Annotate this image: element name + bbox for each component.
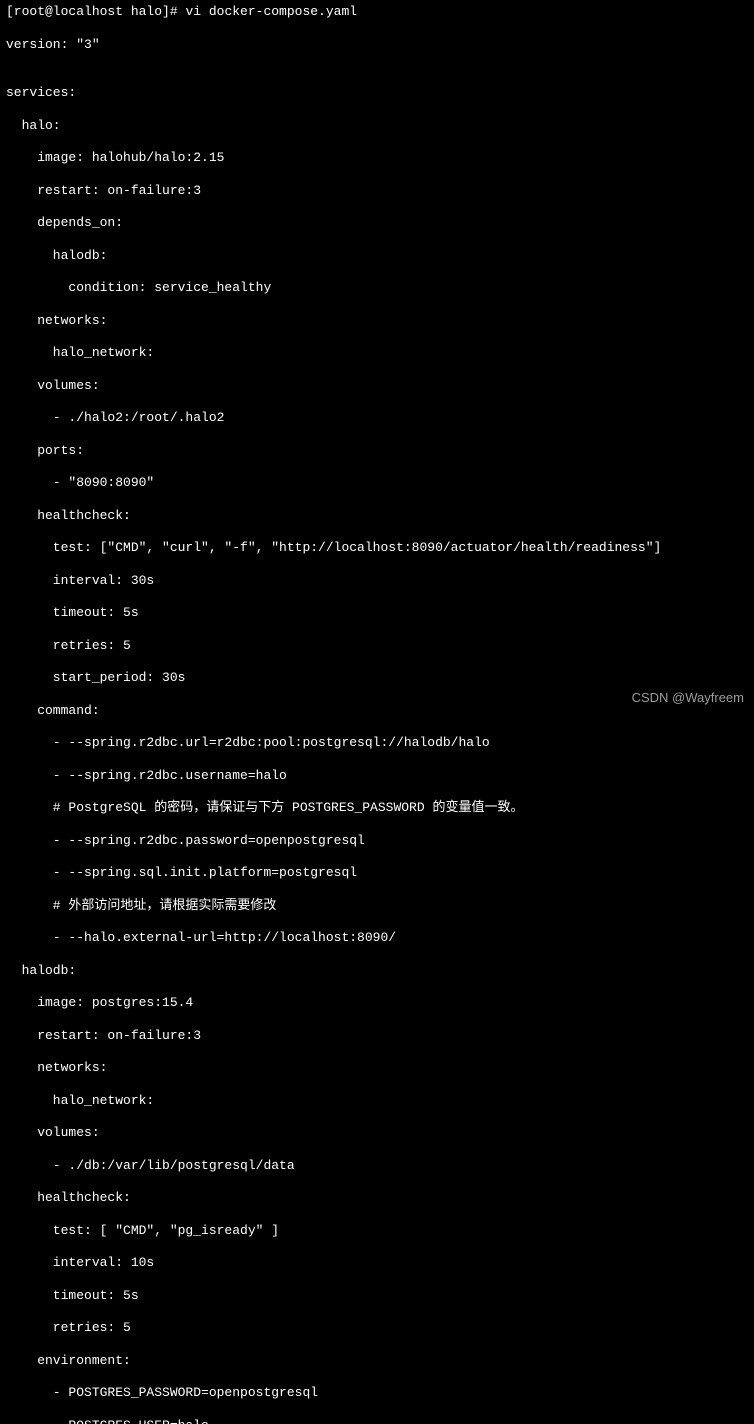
yaml-line: retries: 5 [6, 638, 748, 654]
watermark: CSDN @Wayfreem [632, 690, 744, 706]
yaml-line: - --spring.r2dbc.url=r2dbc:pool:postgres… [6, 735, 748, 751]
yaml-line: healthcheck: [6, 1190, 748, 1206]
yaml-line: - --spring.r2dbc.password=openpostgresql [6, 833, 748, 849]
yaml-line: # PostgreSQL 的密码，请保证与下方 POSTGRES_PASSWOR… [6, 800, 748, 816]
yaml-line: - ./halo2:/root/.halo2 [6, 410, 748, 426]
yaml-line: environment: [6, 1353, 748, 1369]
yaml-line: - ./db:/var/lib/postgresql/data [6, 1158, 748, 1174]
shell-command[interactable]: vi docker-compose.yaml [185, 4, 357, 19]
yaml-line: networks: [6, 1060, 748, 1076]
shell-prompt-line: [root@localhost halo]# vi docker-compose… [6, 4, 748, 20]
yaml-line: restart: on-failure:3 [6, 183, 748, 199]
yaml-line: version: "3" [6, 37, 748, 53]
yaml-line: restart: on-failure:3 [6, 1028, 748, 1044]
yaml-line: - --spring.sql.init.platform=postgresql [6, 865, 748, 881]
yaml-line: image: halohub/halo:2.15 [6, 150, 748, 166]
yaml-line: halodb: [6, 248, 748, 264]
yaml-line: test: [ "CMD", "pg_isready" ] [6, 1223, 748, 1239]
yaml-line: interval: 30s [6, 573, 748, 589]
yaml-line: volumes: [6, 1125, 748, 1141]
yaml-line: start_period: 30s [6, 670, 748, 686]
yaml-line: healthcheck: [6, 508, 748, 524]
yaml-line: halo_network: [6, 1093, 748, 1109]
yaml-line: # 外部访问地址，请根据实际需要修改 [6, 898, 748, 914]
yaml-line: halodb: [6, 963, 748, 979]
yaml-line: timeout: 5s [6, 1288, 748, 1304]
yaml-line: image: postgres:15.4 [6, 995, 748, 1011]
yaml-line: halo: [6, 118, 748, 134]
yaml-line: timeout: 5s [6, 605, 748, 621]
shell-prompt: [root@localhost halo]# [6, 4, 185, 19]
yaml-line: services: [6, 85, 748, 101]
yaml-line: depends_on: [6, 215, 748, 231]
yaml-line: condition: service_healthy [6, 280, 748, 296]
yaml-line: - POSTGRES_USER=halo [6, 1418, 748, 1424]
yaml-line: halo_network: [6, 345, 748, 361]
yaml-line: - --halo.external-url=http://localhost:8… [6, 930, 748, 946]
yaml-line: - POSTGRES_PASSWORD=openpostgresql [6, 1385, 748, 1401]
yaml-line: volumes: [6, 378, 748, 394]
yaml-line: test: ["CMD", "curl", "-f", "http://loca… [6, 540, 748, 556]
yaml-line: - --spring.r2dbc.username=halo [6, 768, 748, 784]
file-content[interactable]: version: "3" services: halo: image: halo… [6, 20, 748, 1424]
yaml-line: networks: [6, 313, 748, 329]
yaml-line: interval: 10s [6, 1255, 748, 1271]
yaml-line: ports: [6, 443, 748, 459]
yaml-line: retries: 5 [6, 1320, 748, 1336]
yaml-line: - "8090:8090" [6, 475, 748, 491]
